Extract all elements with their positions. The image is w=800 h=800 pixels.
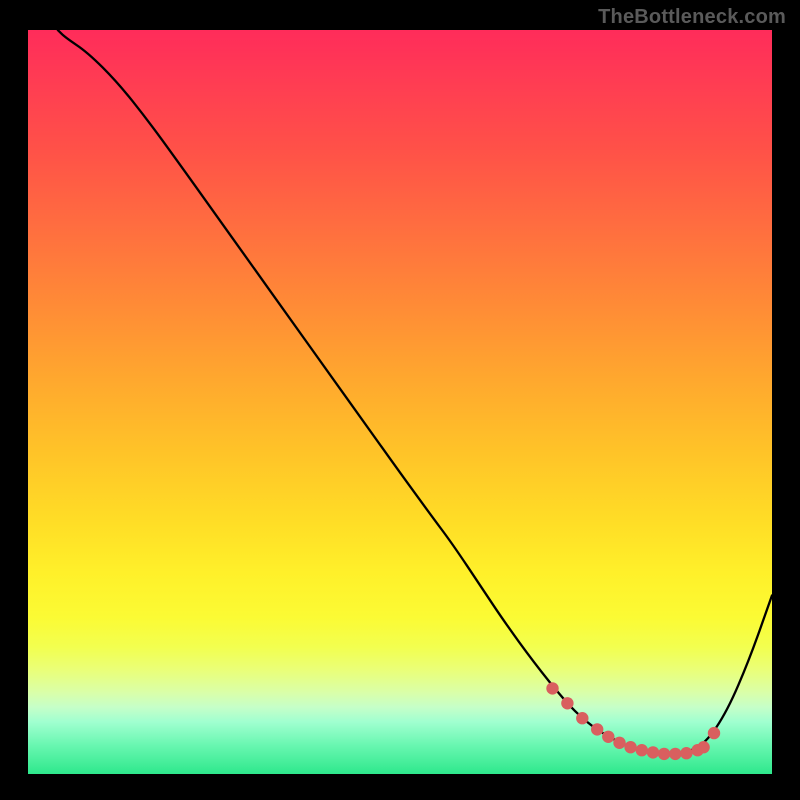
watermark-text: TheBottleneck.com [598, 6, 786, 29]
marker-dot [591, 723, 603, 735]
bottleneck-curve [58, 30, 772, 754]
marker-dot [636, 744, 648, 756]
marker-dot [546, 682, 558, 694]
marker-dot [708, 727, 720, 739]
marker-dot [602, 731, 614, 743]
flat-region-markers [546, 682, 720, 760]
marker-dot [576, 712, 588, 724]
marker-dot [624, 741, 636, 753]
chart-container: TheBottleneck.com [0, 0, 800, 800]
marker-dot [613, 737, 625, 749]
plot-area [28, 30, 772, 774]
marker-dot [697, 741, 709, 753]
marker-dot [669, 748, 681, 760]
marker-dot [647, 746, 659, 758]
marker-dot [658, 748, 670, 760]
marker-dot [561, 697, 573, 709]
marker-dot [680, 747, 692, 759]
curve-layer [28, 30, 772, 774]
